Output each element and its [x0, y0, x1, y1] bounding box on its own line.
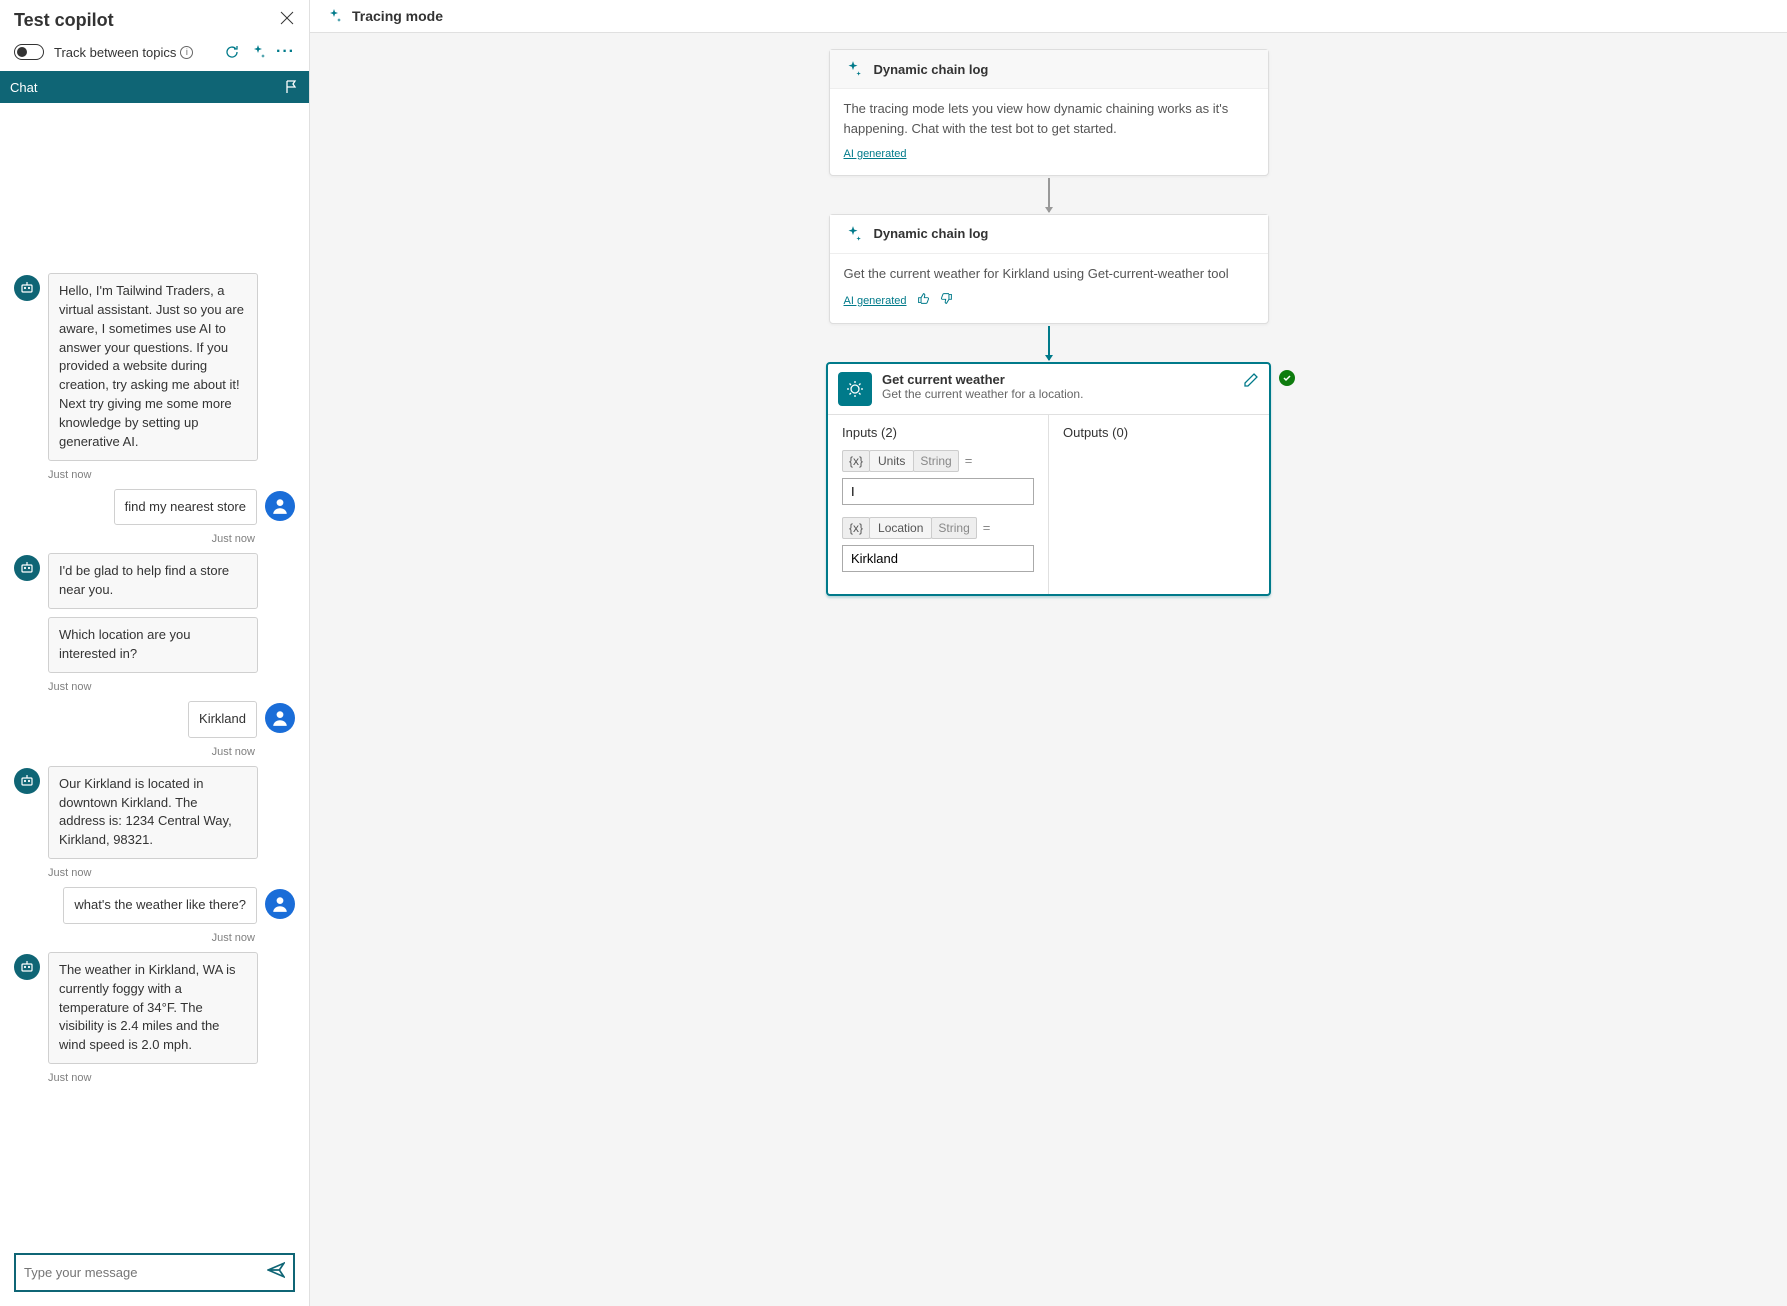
thumbs-down-icon[interactable] [940, 291, 953, 311]
param-row: {x} Units String = [842, 450, 1034, 472]
bot-avatar [14, 954, 40, 980]
close-icon[interactable] [279, 10, 295, 31]
equals-sign: = [983, 520, 991, 535]
flag-icon[interactable] [283, 79, 299, 95]
timestamp: Just now [14, 746, 255, 758]
message-row: I'd be glad to help find a store near yo… [14, 553, 295, 672]
action-subtitle: Get the current weather for a location. [882, 387, 1243, 401]
var-chip: {x} [842, 450, 870, 472]
connector-arrow [1048, 178, 1050, 212]
sparkle-icon [326, 8, 342, 24]
message-row: find my nearest store [14, 489, 295, 526]
sparkle-icon [844, 225, 862, 243]
param-name: Location [869, 517, 932, 539]
more-icon[interactable]: ··· [276, 43, 295, 61]
chat-input-area [14, 1253, 295, 1292]
param-type: String [931, 517, 976, 539]
success-badge [1279, 370, 1295, 386]
info-icon[interactable]: i [180, 46, 193, 59]
send-icon[interactable] [267, 1261, 285, 1284]
user-message: Kirkland [188, 701, 257, 738]
bot-message-stack: I'd be glad to help find a store near yo… [48, 553, 295, 672]
card-body: Get the current weather for Kirkland usi… [830, 254, 1268, 323]
inputs-label: Inputs (2) [842, 425, 1034, 440]
param-input-location[interactable] [842, 545, 1034, 572]
inputs-column: Inputs (2) {x} Units String = {x} Locati… [828, 415, 1049, 594]
ai-generated-link[interactable]: AI generated [844, 293, 907, 310]
equals-sign: = [965, 453, 973, 468]
edit-icon[interactable] [1243, 372, 1259, 393]
thumbs-up-icon[interactable] [917, 291, 930, 311]
message-row: The weather in Kirkland, WA is currently… [14, 952, 295, 1064]
bot-message: Hello, I'm Tailwind Traders, a virtual a… [48, 273, 258, 461]
action-title: Get current weather [882, 372, 1243, 387]
user-avatar [265, 703, 295, 733]
outputs-column: Outputs (0) [1049, 415, 1269, 594]
canvas-title: Tracing mode [352, 8, 443, 24]
ai-generated-link[interactable]: AI generated [844, 146, 907, 163]
param-name: Units [869, 450, 914, 472]
message-row: what's the weather like there? [14, 887, 295, 924]
canvas-body[interactable]: Dynamic chain log The tracing mode lets … [310, 33, 1787, 1306]
param-row: {x} Location String = [842, 517, 1034, 539]
track-toggle-label: Track between topics i [54, 45, 214, 60]
timestamp: Just now [48, 1072, 295, 1084]
card-header: Dynamic chain log [830, 50, 1268, 89]
timestamp: Just now [48, 681, 295, 693]
connector-arrow [1048, 326, 1050, 360]
var-chip: {x} [842, 517, 870, 539]
chat-header-title: Chat [10, 80, 37, 95]
panel-header: Test copilot [0, 0, 309, 39]
outputs-label: Outputs (0) [1063, 425, 1255, 440]
card-title: Dynamic chain log [874, 226, 989, 241]
user-message: find my nearest store [114, 489, 257, 526]
message-row: Kirkland [14, 701, 295, 738]
io-grid: Inputs (2) {x} Units String = {x} Locati… [828, 415, 1269, 594]
sparkle-icon[interactable] [250, 44, 266, 60]
timestamp: Just now [14, 932, 255, 944]
bot-message: Our Kirkland is located in downtown Kirk… [48, 766, 258, 859]
card-body: The tracing mode lets you view how dynam… [830, 89, 1268, 175]
chat-input[interactable] [24, 1265, 267, 1280]
bot-avatar [14, 768, 40, 794]
card-header: Dynamic chain log [830, 215, 1268, 254]
timestamp: Just now [48, 867, 295, 879]
bot-avatar [14, 555, 40, 581]
message-row: Hello, I'm Tailwind Traders, a virtual a… [14, 273, 295, 461]
action-header: Get current weather Get the current weat… [828, 364, 1269, 415]
bot-message: I'd be glad to help find a store near yo… [48, 553, 258, 609]
bot-message: The weather in Kirkland, WA is currently… [48, 952, 258, 1064]
bot-avatar [14, 275, 40, 301]
track-toggle[interactable] [14, 44, 44, 60]
weather-icon [838, 372, 872, 406]
message-list: Hello, I'm Tailwind Traders, a virtual a… [0, 103, 309, 1248]
param-type: String [913, 450, 958, 472]
refresh-icon[interactable] [224, 44, 240, 60]
tracing-canvas: Tracing mode Dynamic chain log The traci… [310, 0, 1787, 1306]
sparkle-icon [844, 60, 862, 78]
panel-title: Test copilot [14, 10, 114, 31]
card-title: Dynamic chain log [874, 62, 989, 77]
param-input-units[interactable] [842, 478, 1034, 505]
action-card[interactable]: Get current weather Get the current weat… [826, 362, 1271, 596]
user-avatar [265, 889, 295, 919]
timestamp: Just now [48, 469, 295, 481]
chain-log-card[interactable]: Dynamic chain log The tracing mode lets … [829, 49, 1269, 176]
timestamp: Just now [14, 533, 255, 545]
user-message: what's the weather like there? [63, 887, 257, 924]
bot-message: Which location are you interested in? [48, 617, 258, 673]
panel-toolbar: Track between topics i ··· [0, 39, 309, 71]
chain-log-card[interactable]: Dynamic chain log Get the current weathe… [829, 214, 1269, 324]
canvas-header: Tracing mode [310, 0, 1787, 33]
user-avatar [265, 491, 295, 521]
test-copilot-panel: Test copilot Track between topics i ··· … [0, 0, 310, 1306]
message-row: Our Kirkland is located in downtown Kirk… [14, 766, 295, 859]
chat-header: Chat [0, 71, 309, 103]
